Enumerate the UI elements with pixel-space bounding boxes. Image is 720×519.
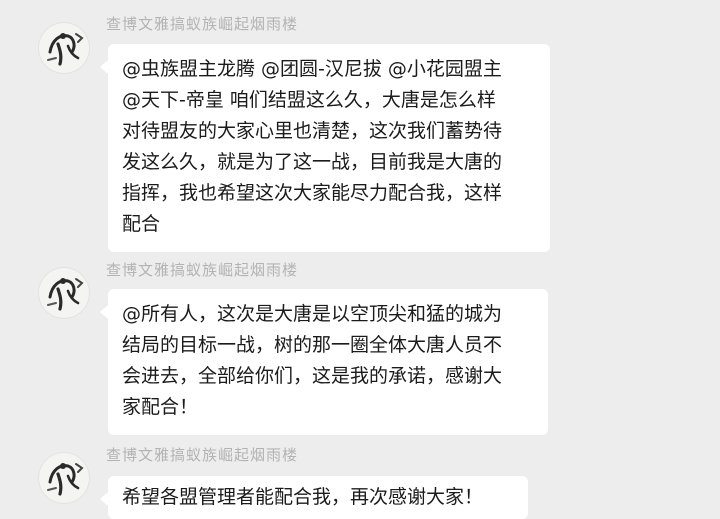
message-text-line: @虫族盟主龙腾 @团圆-汉尼拔 @小花园盟主	[122, 58, 502, 80]
message-bubble[interactable]: 希望各盟管理者能配合我，再次感谢大家！	[100, 476, 528, 519]
message-text-line: @所有人，这次是大唐是以空顶尖和猛的城为	[122, 303, 503, 325]
sender-name: 查博文雅搞蚁族崛起烟雨楼	[106, 15, 299, 33]
message-text-line: 发这么久，就是为了这一战，目前我是大唐的	[122, 151, 503, 173]
message-text-line: 指挥，我也希望这次大家能尽力配合我，这样	[122, 182, 503, 204]
avatar-ink-figure-icon	[47, 463, 84, 496]
message-text-line: @天下-帝皇 咱们结盟这么久，大唐是怎么样	[122, 89, 496, 111]
message-text-line: 结局的目标一战，树的那一圈全体大唐人员不	[122, 334, 503, 356]
message-bubble[interactable]: @虫族盟主龙腾 @团圆-汉尼拔 @小花园盟主 @天下-帝皇 咱们结盟这么久，大唐…	[100, 44, 550, 252]
message-text-line: 会进去，全部给你们，这是我的承诺，感谢大	[122, 365, 503, 387]
avatar-ink-figure-icon	[47, 33, 84, 66]
sender-avatar[interactable]	[38, 267, 90, 319]
sender-avatar[interactable]	[38, 22, 90, 74]
sender-name: 查博文雅搞蚁族崛起烟雨楼	[106, 261, 299, 279]
message-2: 查博文雅搞蚁族崛起烟雨楼 @所有人，这次是大唐是以空顶尖和猛的城为 结局的目标一…	[0, 255, 720, 435]
message-3: 查博文雅搞蚁族崛起烟雨楼 希望各盟管理者能配合我，再次感谢大家！	[0, 438, 720, 519]
message-1: 查博文雅搞蚁族崛起烟雨楼 @虫族盟主龙腾 @团圆-汉尼拔 @小花园盟主 @天下-…	[0, 0, 720, 252]
message-text-line: 对待盟友的大家心里也清楚，这次我们蓄势待	[122, 120, 503, 142]
avatar-ink-figure-icon	[47, 278, 84, 311]
message-text-line: 家配合！	[122, 396, 199, 418]
message-bubble[interactable]: @所有人，这次是大唐是以空顶尖和猛的城为 结局的目标一战，树的那一圈全体大唐人员…	[100, 289, 548, 435]
message-text-line: 希望各盟管理者能配合我，再次感谢大家！	[122, 486, 484, 508]
message-text-line: 配合	[122, 213, 161, 235]
chat-message-list[interactable]: 查博文雅搞蚁族崛起烟雨楼 @虫族盟主龙腾 @团圆-汉尼拔 @小花园盟主 @天下-…	[0, 0, 720, 519]
sender-avatar[interactable]	[38, 452, 90, 504]
sender-name: 查博文雅搞蚁族崛起烟雨楼	[106, 446, 299, 464]
